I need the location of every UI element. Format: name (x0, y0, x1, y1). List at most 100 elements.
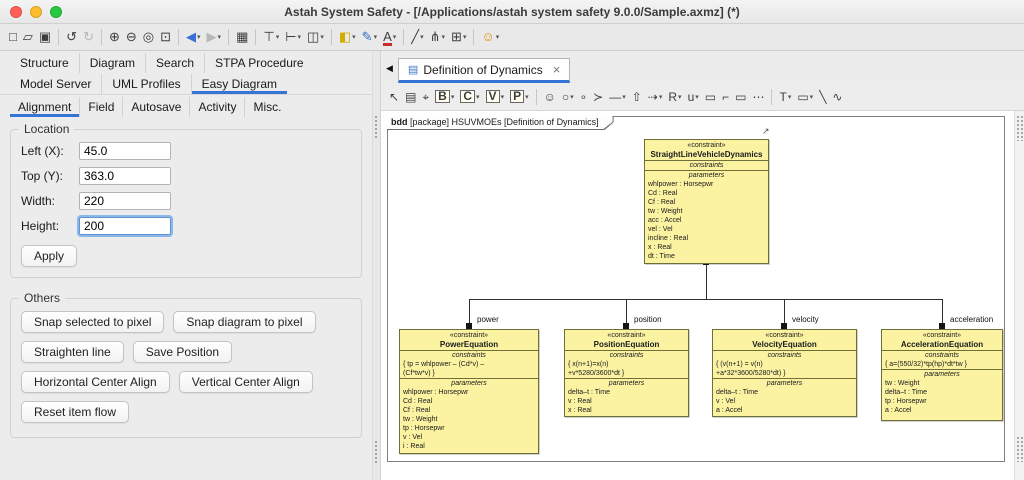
forward-icon[interactable]: ▶▾ (205, 27, 224, 47)
constraint-block-accelerationequation[interactable]: «constraint» AccelerationEquation constr… (881, 329, 1003, 421)
select-tool-icon[interactable]: ↖ (387, 87, 401, 107)
tab-autosave[interactable]: Autosave (122, 97, 189, 117)
port-tool-icon[interactable]: ∘ (578, 87, 590, 107)
line-shape-icon[interactable]: ╱▾ (409, 27, 425, 47)
state-tool-icon[interactable]: ▭ (703, 87, 718, 107)
toolbar-divider (58, 29, 59, 45)
fit-to-window-icon[interactable]: ⊡ (158, 27, 173, 47)
diagram-canvas[interactable]: bdd [package] HSUVMOEs [Definition of Dy… (381, 111, 1014, 480)
tab-alignment[interactable]: Alignment (10, 97, 79, 117)
tab-misc[interactable]: Misc. (244, 97, 289, 117)
role-label-power: power (477, 315, 499, 324)
tab-uml-profiles[interactable]: UML Profiles (101, 74, 190, 94)
align-top-icon[interactable]: ⊤▾ (261, 27, 281, 47)
association-tool-icon[interactable]: —▾ (607, 87, 628, 107)
redo-icon[interactable]: ↻ (81, 27, 96, 47)
undo-icon[interactable]: ↺ (64, 27, 79, 47)
open-file-icon[interactable]: ▱ (21, 27, 35, 47)
left-x-input[interactable] (79, 142, 171, 160)
constraints-section-title: constraints (713, 350, 856, 360)
line-tool-icon[interactable]: ╲ (817, 87, 828, 107)
splitter-grip-bottom (374, 440, 379, 464)
diagram-tab-label: Definition of Dynamics (423, 63, 542, 77)
zoom-reset-icon[interactable]: ◎ (141, 27, 156, 47)
snap-diagram-to-pixel-button[interactable]: Snap diagram to pixel (173, 311, 315, 333)
usecase-tool-icon[interactable]: ○▾ (560, 87, 576, 107)
constraints-section-title: constraints (400, 350, 538, 360)
compartment-line: +v*5280/3600*dt } (565, 369, 688, 378)
main-toolbar: □▱▣ ↺↻ ⊕⊖◎⊡ ◀▾▶▾ ▦ ⊤▾⊢▾◫▾ ◧▾✎▾A▾ ╱▾⋔▾⊞▾ ☺▾ (0, 24, 1024, 51)
close-tab-icon[interactable]: × (553, 64, 561, 76)
zoom-in-icon[interactable]: ⊕ (107, 27, 122, 47)
tab-diagram[interactable]: Diagram (79, 53, 145, 73)
constraint-block-velocityequation[interactable]: «constraint» VelocityEquation constraint… (712, 329, 857, 417)
requirement-link-tool-icon[interactable]: R▾ (666, 87, 683, 107)
zoom-window-button[interactable] (50, 6, 62, 18)
table-view-icon[interactable]: ▦ (234, 27, 250, 47)
connector-tool-icon[interactable]: ≻ (591, 87, 605, 107)
note-tool-icon[interactable]: ▤ (403, 87, 418, 107)
tab-stpa-procedure[interactable]: STPA Procedure (204, 53, 314, 73)
reset-item-flow-button[interactable]: Reset item flow (21, 401, 129, 423)
pane-splitter[interactable] (372, 51, 381, 480)
more-tools-icon[interactable]: ⋯ (750, 87, 766, 107)
snap-selected-to-pixel-button[interactable]: Snap selected to pixel (21, 311, 164, 333)
align-left-icon[interactable]: ⊢▾ (283, 27, 303, 47)
horizontal-center-align-button[interactable]: Horizontal Center Align (21, 371, 170, 393)
tab-field[interactable]: Field (79, 97, 122, 117)
vertical-center-align-button[interactable]: Vertical Center Align (179, 371, 313, 393)
diagram-tab-icon: ▤ (408, 65, 418, 76)
emoticon-icon[interactable]: ☺▾ (479, 27, 501, 47)
save-position-button[interactable]: Save Position (133, 341, 232, 363)
actor-tool-icon[interactable]: ☺ (542, 87, 558, 107)
pin-tool-icon[interactable]: ⌖ (420, 87, 431, 107)
hyperlink-indicator-icon[interactable]: ↗ (762, 127, 770, 136)
zoom-out-icon[interactable]: ⊖ (124, 27, 139, 47)
constraint-block-tool-icon[interactable]: C▾ (458, 87, 481, 107)
tab-search[interactable]: Search (145, 53, 204, 73)
vertical-scrollbar[interactable] (1014, 111, 1024, 480)
frame-tool-icon[interactable]: ▭ (733, 87, 748, 107)
tab-model-server[interactable]: Model Server (10, 74, 101, 94)
close-window-button[interactable] (10, 6, 22, 18)
constraint-block-positionequation[interactable]: «constraint» PositionEquation constraint… (564, 329, 689, 417)
toolbar-divider (101, 29, 102, 45)
toolbar-divider (536, 89, 537, 105)
toolbar-divider (473, 29, 474, 45)
tab-scroll-left-icon[interactable]: ◀ (386, 63, 393, 74)
new-file-icon[interactable]: □ (7, 27, 19, 47)
tree-vertical-icon[interactable]: ⋔▾ (428, 27, 447, 47)
package-tool-icon[interactable]: P▾ (508, 87, 531, 107)
anchor-tool-icon[interactable]: ⌐ (720, 87, 731, 107)
dependency-tool-icon[interactable]: ⇢▾ (646, 87, 665, 107)
block-tool-icon[interactable]: B▾ (433, 87, 456, 107)
rectangle-tool-icon[interactable]: ▭▾ (795, 87, 815, 107)
top-y-input[interactable] (79, 167, 171, 185)
straighten-line-button[interactable]: Straighten line (21, 341, 124, 363)
tab-easy-diagram[interactable]: Easy Diagram (191, 74, 287, 94)
tab-activity[interactable]: Activity (189, 97, 244, 117)
back-icon[interactable]: ◀▾ (184, 27, 203, 47)
text-tool-icon[interactable]: T▾ (777, 87, 793, 107)
generalization-tool-icon[interactable]: ⇧ (630, 87, 644, 107)
line-color-icon[interactable]: ✎▾ (360, 27, 379, 47)
easy-diagram-tabs: Alignment Field Autosave Activity Misc. (0, 95, 372, 117)
constraint-block-straightlinevehicledynamics[interactable]: «constraint» StraightLineVehicleDynamics… (644, 139, 769, 264)
fill-color-icon[interactable]: ◧▾ (337, 27, 358, 47)
diagram-tab-definition-of-dynamics[interactable]: ▤ Definition of Dynamics × (398, 58, 570, 83)
tree-horizontal-icon[interactable]: ⊞▾ (449, 27, 468, 47)
apply-button[interactable]: Apply (21, 245, 77, 267)
stack-order-icon[interactable]: ◫▾ (305, 27, 326, 47)
value-type-tool-icon[interactable]: V▾ (484, 87, 507, 107)
minimize-window-button[interactable] (30, 6, 42, 18)
freehand-tool-icon[interactable]: ∿ (830, 87, 844, 107)
usage-link-tool-icon[interactable]: u▾ (686, 87, 701, 107)
save-icon[interactable]: ▣ (37, 27, 53, 47)
constraint-block-powerequation[interactable]: «constraint» PowerEquation constraints {… (399, 329, 539, 454)
height-input[interactable] (79, 217, 171, 235)
font-color-icon[interactable]: A▾ (381, 27, 398, 47)
width-input[interactable] (79, 192, 171, 210)
compartment-line: vel : Vel (645, 225, 768, 234)
width-label: Width: (21, 194, 79, 208)
tab-structure[interactable]: Structure (10, 53, 79, 73)
